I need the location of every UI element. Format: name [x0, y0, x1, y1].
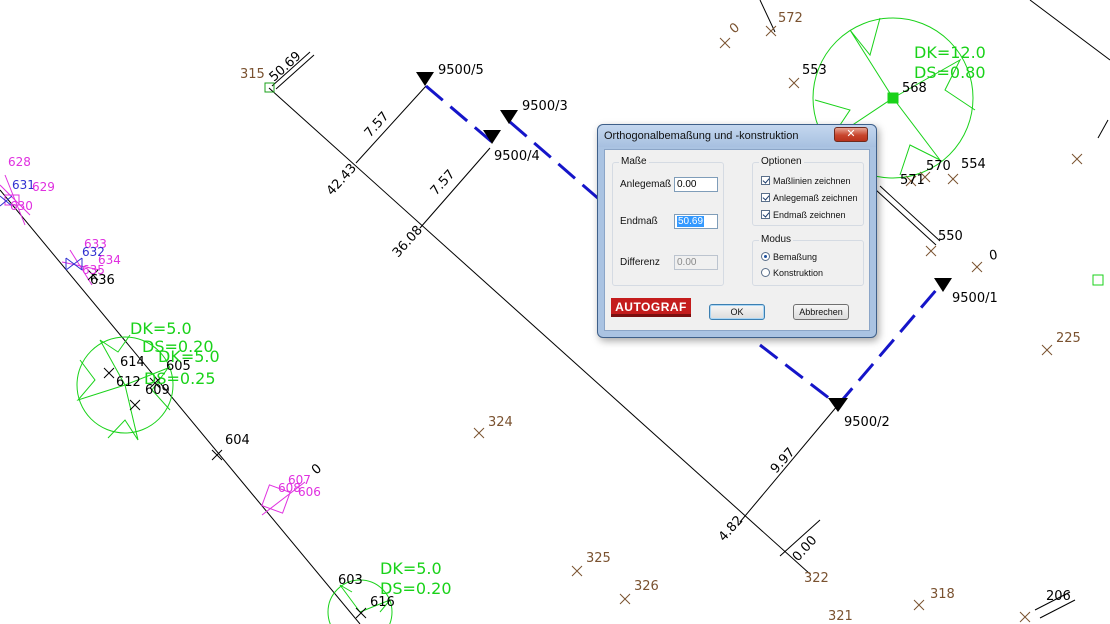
boundary-lines — [0, 0, 1110, 624]
dimension-label: 36.08 — [390, 223, 426, 261]
station-label: 9500/2 — [844, 415, 890, 430]
dimension-label: 7.57 — [428, 167, 459, 199]
option-anlegemass[interactable]: Anlegemaß zeichnen — [761, 192, 858, 204]
tree-dk-label: DK=5.0 — [158, 347, 220, 366]
dimension-label: 42.43 — [324, 161, 360, 199]
station-label: 9500/4 — [494, 149, 540, 164]
point-label: 318 — [930, 587, 955, 602]
dialog-titlebar[interactable]: Orthogonalbemaßung und -konstruktion ✕ — [598, 125, 876, 147]
optionen-legend: Optionen — [759, 156, 804, 167]
radio-selected-icon[interactable] — [761, 252, 770, 261]
endmass-label: Endmaß — [620, 216, 658, 227]
modus-konstruktion[interactable]: Konstruktion — [761, 267, 823, 279]
point-label: 326 — [634, 579, 659, 594]
point-label: 315 — [240, 67, 265, 82]
tree-ds-label: DS=0.20 — [380, 579, 452, 598]
station-label: 9500/1 — [952, 291, 998, 306]
point-label: 225 — [1056, 331, 1081, 346]
dimension-label: 4.82 — [716, 513, 747, 545]
point-label: 550 — [938, 229, 963, 244]
dialog-title: Orthogonalbemaßung und -konstruktion — [604, 130, 799, 142]
ok-button[interactable]: OK — [709, 304, 765, 320]
tree-dk-label: DK=5.0 — [130, 319, 192, 338]
point-label: 322 — [804, 571, 829, 586]
close-icon: ✕ — [846, 128, 856, 140]
modus-group: Modus Bemaßung Konstruktion — [752, 234, 864, 286]
anlegemass-input[interactable]: 0.00 — [674, 177, 718, 192]
tree-ds-label: DS=0.25 — [144, 369, 216, 388]
point-label: 614 — [120, 355, 145, 370]
survey-point-labels: 572 0 553 568 570 554 571 550 0 225 324 … — [90, 11, 1081, 624]
dimension-label: 7.57 — [362, 109, 393, 141]
magenta-label: 635 — [82, 263, 105, 277]
point-label: 325 — [586, 551, 611, 566]
dialog-body: Maße Anlegemaß 0.00 Endmaß 50.69 Differe… — [604, 149, 870, 331]
orthogonal-dimension-dialog: Orthogonalbemaßung und -konstruktion ✕ M… — [597, 124, 877, 338]
option-endmass[interactable]: Endmaß zeichnen — [761, 209, 846, 221]
differenz-label: Differenz — [620, 257, 660, 268]
checkbox-checked-icon[interactable] — [761, 210, 770, 219]
point-label: 604 — [225, 433, 250, 448]
magenta-label: 629 — [32, 180, 55, 194]
point-label: 0 — [309, 461, 325, 478]
anlegemass-label: Anlegemaß — [620, 179, 672, 190]
dimension-label: 0.00 — [790, 533, 821, 565]
tree-dk-label: DK=5.0 — [380, 559, 442, 578]
point-label: 324 — [488, 415, 513, 430]
station-9500-3-marker — [500, 110, 518, 124]
checkbox-checked-icon[interactable] — [761, 176, 770, 185]
magenta-label: 628 — [8, 155, 31, 169]
differenz-input: 0.00 — [674, 255, 718, 270]
radio-unselected-icon[interactable] — [761, 268, 770, 277]
point-label: 568 — [902, 81, 927, 96]
point-label: 0 — [727, 20, 743, 37]
station-9500-2-marker — [828, 398, 848, 412]
point-label: 572 — [778, 11, 803, 26]
tree-dk-label: DK=12.0 — [914, 43, 986, 62]
option-masslinien[interactable]: Maßlinien zeichnen — [761, 175, 851, 187]
point-label: 553 — [802, 63, 827, 78]
point-label: 612 — [116, 375, 141, 390]
modus-legend: Modus — [759, 234, 794, 245]
endmass-input[interactable]: 50.69 — [674, 214, 718, 229]
checkbox-checked-icon[interactable] — [761, 193, 770, 202]
tree-ds-label: DS=0.80 — [914, 63, 986, 82]
station-label: 9500/5 — [438, 63, 484, 78]
point-label: 570 — [926, 159, 951, 174]
dimension-label: 9.97 — [768, 445, 799, 477]
masse-group: Maße Anlegemaß 0.00 Endmaß 50.69 Differe… — [612, 156, 724, 286]
modus-bemassung[interactable]: Bemaßung — [761, 251, 817, 263]
station-9500-5-marker — [416, 72, 434, 86]
station-9500-1-marker — [934, 278, 952, 292]
masse-legend: Maße — [619, 156, 649, 167]
magenta-label: 630 — [10, 199, 33, 213]
autograf-logo: AUTOGRAF — [611, 298, 691, 317]
tree-symbols — [76, 17, 1104, 624]
close-button[interactable]: ✕ — [834, 127, 868, 142]
point-label: 206 — [1046, 589, 1071, 604]
cad-drawing-canvas[interactable]: 572 0 553 568 570 554 571 550 0 225 324 … — [0, 0, 1110, 624]
point-label: 603 — [338, 573, 363, 588]
point-label: 321 — [828, 609, 853, 624]
station-label: 9500/3 — [522, 99, 568, 114]
dimension-label: 50.69 — [267, 49, 305, 85]
optionen-group: Optionen Maßlinien zeichnen Anlegemaß ze… — [752, 156, 864, 226]
point-label: 0 — [988, 248, 999, 264]
point-label: 571 — [900, 173, 925, 188]
cancel-button[interactable]: Abbrechen — [793, 304, 849, 320]
point-label: 554 — [961, 157, 986, 172]
magenta-label: 606 — [298, 485, 321, 499]
